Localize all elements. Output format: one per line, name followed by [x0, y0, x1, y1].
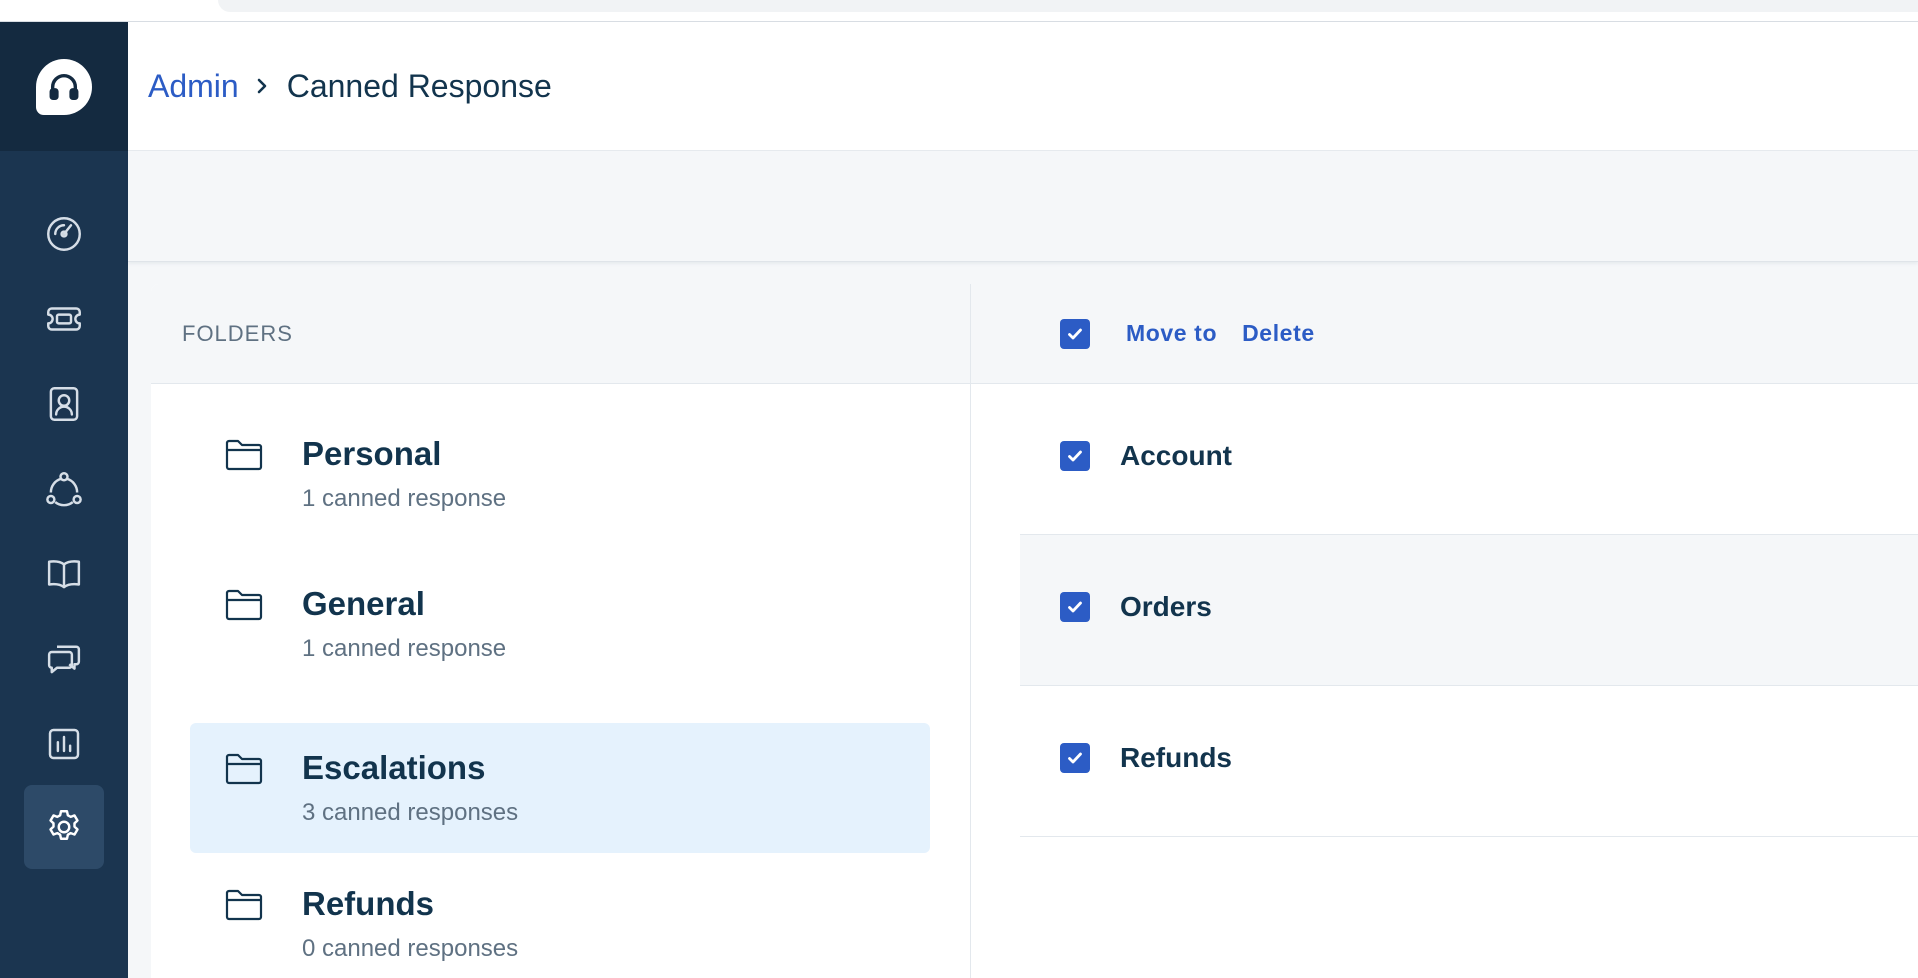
response-title[interactable]: Orders — [1120, 591, 1212, 623]
gear-icon — [49, 810, 79, 840]
page-header: Admin Canned Response — [128, 22, 1918, 151]
dashboard-icon — [47, 217, 81, 251]
sidebar-item-dashboard[interactable] — [0, 194, 128, 274]
delete-button[interactable]: Delete — [1242, 320, 1315, 347]
folder-name: Refunds — [302, 885, 434, 922]
folder-icon — [225, 889, 263, 921]
responses-column: Move to Delete Account Orders Refunds — [971, 284, 1918, 978]
folder-item-general[interactable]: General 1 canned response — [190, 557, 930, 687]
sidebar-item-conversations[interactable] — [0, 619, 128, 699]
response-title[interactable]: Refunds — [1120, 742, 1232, 774]
folder-icon — [225, 439, 263, 471]
reports-icon — [48, 728, 80, 760]
response-row[interactable]: Orders — [1020, 535, 1918, 686]
brand-area — [0, 22, 128, 151]
folder-item-refunds[interactable]: Refunds 0 canned responses — [190, 857, 930, 978]
browser-top-bar — [0, 0, 1918, 22]
sidebar-item-solutions[interactable] — [0, 534, 128, 614]
book-icon — [47, 560, 81, 589]
sidebar-item-contacts[interactable] — [0, 364, 128, 444]
row-checkbox[interactable] — [1060, 592, 1090, 622]
conversations-icon — [47, 645, 81, 674]
folder-icon — [225, 589, 263, 621]
folders-heading: FOLDERS — [182, 320, 293, 346]
sidebar-item-admin[interactable] — [0, 785, 128, 869]
folder-count: 3 canned responses — [302, 799, 519, 826]
folder-item-personal[interactable]: Personal 1 canned response — [190, 407, 930, 537]
folder-name: General — [302, 585, 425, 622]
folder-icon — [225, 753, 263, 785]
breadcrumb-admin-link[interactable]: Admin — [148, 68, 239, 105]
sidebar-item-reports[interactable] — [0, 704, 128, 784]
folder-name: Personal — [302, 435, 442, 472]
chevron-right-icon — [255, 77, 269, 95]
ticket-icon — [47, 307, 81, 331]
canned-response-panel: FOLDERS Personal 1 canned response Gener… — [151, 284, 1918, 978]
response-row[interactable]: Account — [1020, 384, 1918, 535]
folder-count: 1 canned response — [302, 485, 507, 512]
folder-count: 1 canned response — [302, 635, 507, 662]
sidebar — [0, 22, 128, 978]
response-row[interactable]: Refunds — [1020, 686, 1918, 837]
headset-icon[interactable] — [36, 58, 92, 115]
sidebar-item-social[interactable] — [0, 449, 128, 529]
folders-header: FOLDERS — [151, 284, 970, 384]
folder-count: 0 canned responses — [302, 935, 519, 962]
folders-column: FOLDERS Personal 1 canned response Gener… — [151, 284, 971, 978]
response-title[interactable]: Account — [1120, 440, 1232, 472]
row-checkbox[interactable] — [1060, 743, 1090, 773]
social-icon — [46, 472, 82, 507]
move-to-button[interactable]: Move to — [1126, 320, 1217, 347]
folder-item-escalations[interactable]: Escalations 3 canned responses — [190, 723, 930, 853]
contacts-icon — [49, 387, 79, 421]
toolbar-area — [128, 151, 1918, 262]
sidebar-item-tickets[interactable] — [0, 279, 128, 359]
page-title: Canned Response — [286, 67, 552, 104]
folder-name: Escalations — [302, 749, 486, 786]
address-bar[interactable] — [218, 0, 1918, 12]
row-checkbox[interactable] — [1060, 441, 1090, 471]
select-all-checkbox[interactable] — [1060, 318, 1090, 349]
bulk-actions-bar: Move to Delete — [971, 284, 1918, 384]
